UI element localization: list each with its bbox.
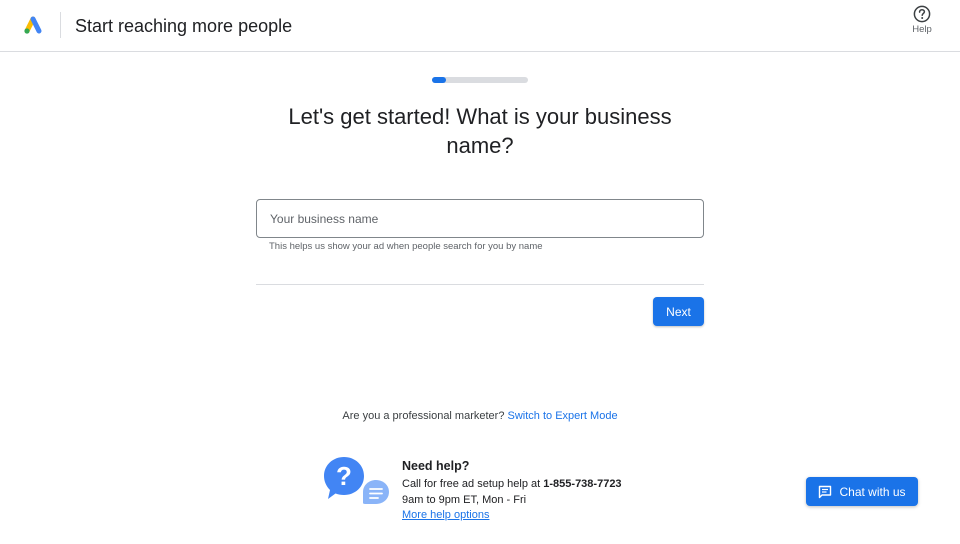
next-button[interactable]: Next xyxy=(653,297,704,326)
business-name-input[interactable] xyxy=(257,200,703,237)
more-help-options-link[interactable]: More help options xyxy=(402,509,489,521)
need-help-title: Need help? xyxy=(402,459,470,473)
question-circle-icon xyxy=(913,5,931,23)
svg-text:?: ? xyxy=(336,461,352,491)
help-label: Help xyxy=(912,24,932,35)
question-heading: Let's get started! What is your business… xyxy=(288,104,672,158)
section-divider xyxy=(256,284,704,285)
phone-number: 1-855-738-7723 xyxy=(543,478,622,490)
expert-mode-prompt: Are you a professional marketer? Switch … xyxy=(0,410,960,422)
help-button[interactable]: Help xyxy=(904,5,940,45)
chat-label: Chat with us xyxy=(839,484,906,499)
call-help-line: Call for free ad setup help at 1-855-738… xyxy=(402,478,622,490)
progress-fill xyxy=(432,77,447,83)
switch-to-expert-mode-link[interactable]: Switch to Expert Mode xyxy=(508,410,618,422)
question-bubble-icon: ? xyxy=(324,457,389,504)
helper-text: This helps us show your ad when people s… xyxy=(269,241,543,252)
progress-bar xyxy=(432,77,528,83)
header-divider xyxy=(60,12,61,38)
google-ads-logo-icon[interactable] xyxy=(22,14,44,36)
help-hours: 9am to 9pm ET, Mon - Fri xyxy=(402,494,527,506)
business-name-field xyxy=(256,199,704,238)
app-header: Start reaching more people Help xyxy=(0,0,960,52)
page-title: Start reaching more people xyxy=(75,16,293,36)
call-help-text: Call for free ad setup help at xyxy=(402,478,541,490)
expert-prompt-text: Are you a professional marketer? xyxy=(342,410,505,422)
chat-bubble-icon xyxy=(819,485,832,498)
chat-with-us-button[interactable]: Chat with us xyxy=(806,477,918,506)
